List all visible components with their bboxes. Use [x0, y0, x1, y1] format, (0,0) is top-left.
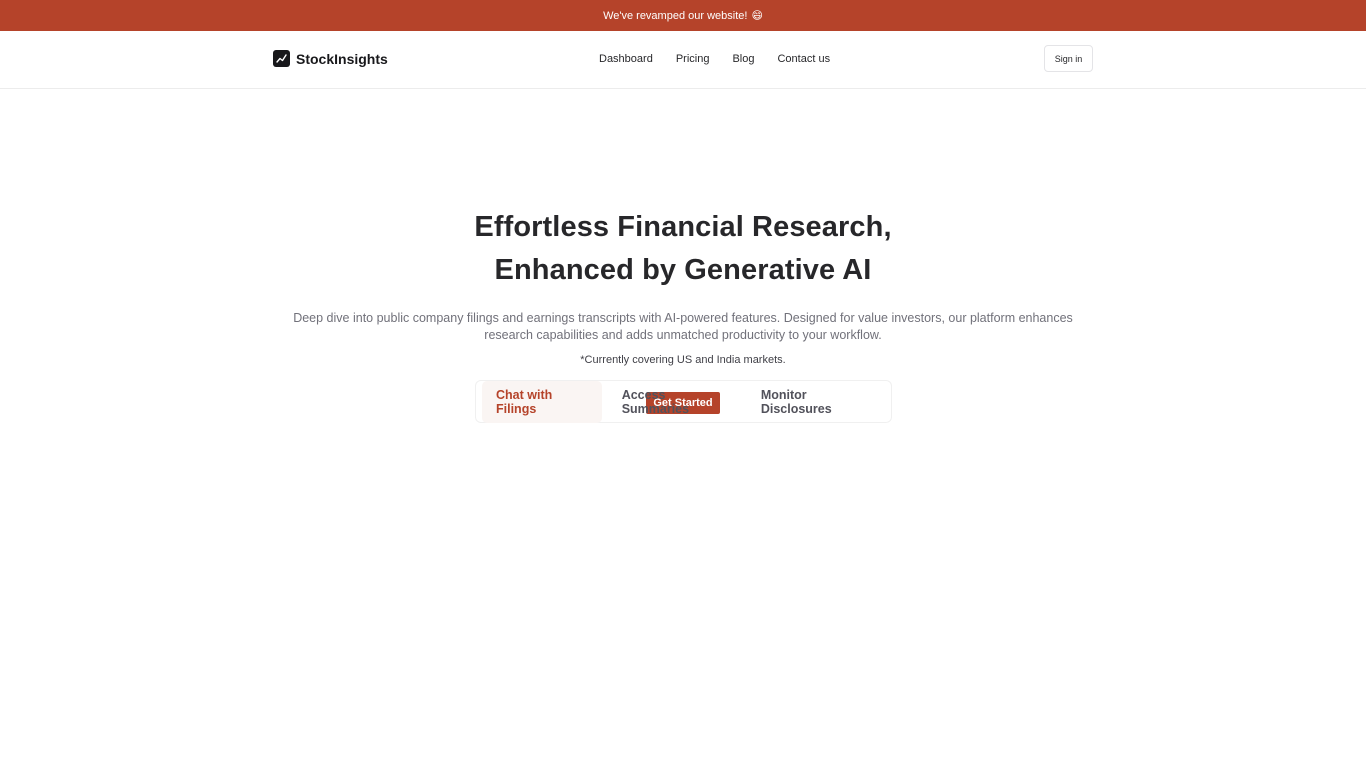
- hero-title: Effortless Financial Research, Enhanced …: [0, 206, 1366, 292]
- announcement-bar: We've revamped our website! 😄: [0, 0, 1366, 31]
- nav-link-contact[interactable]: Contact us: [777, 53, 830, 65]
- hero-title-line1: Effortless Financial Research,: [474, 211, 892, 243]
- tab-chat-with-filings[interactable]: Chat with Filings: [482, 380, 602, 423]
- tab-monitor-disclosures[interactable]: Monitor Disclosures: [747, 381, 885, 423]
- hero-description: Deep dive into public company filings an…: [293, 311, 1073, 342]
- trend-chart-icon: [273, 50, 290, 67]
- brand-name: StockInsights: [296, 50, 388, 67]
- tab-access-summaries[interactable]: Access Summaries: [608, 381, 741, 423]
- top-navbar: StockInsights Dashboard Pricing Blog Con…: [0, 31, 1366, 89]
- nav-link-dashboard[interactable]: Dashboard: [599, 53, 653, 65]
- brand-logo-link[interactable]: StockInsights: [273, 50, 388, 67]
- grin-emoji-icon: 😄: [751, 10, 763, 22]
- feature-tabs: Chat with Filings Access Summaries Monit…: [475, 380, 892, 423]
- announcement-text: We've revamped our website!: [603, 9, 748, 22]
- hero-title-line2: Enhanced by Generative AI: [494, 254, 872, 286]
- nav-link-pricing[interactable]: Pricing: [676, 53, 710, 65]
- main-nav: Dashboard Pricing Blog Contact us: [599, 53, 853, 65]
- market-coverage-note: *Currently covering US and India markets…: [580, 354, 786, 366]
- nav-link-blog[interactable]: Blog: [732, 53, 754, 65]
- sign-in-button[interactable]: Sign in: [1044, 45, 1093, 72]
